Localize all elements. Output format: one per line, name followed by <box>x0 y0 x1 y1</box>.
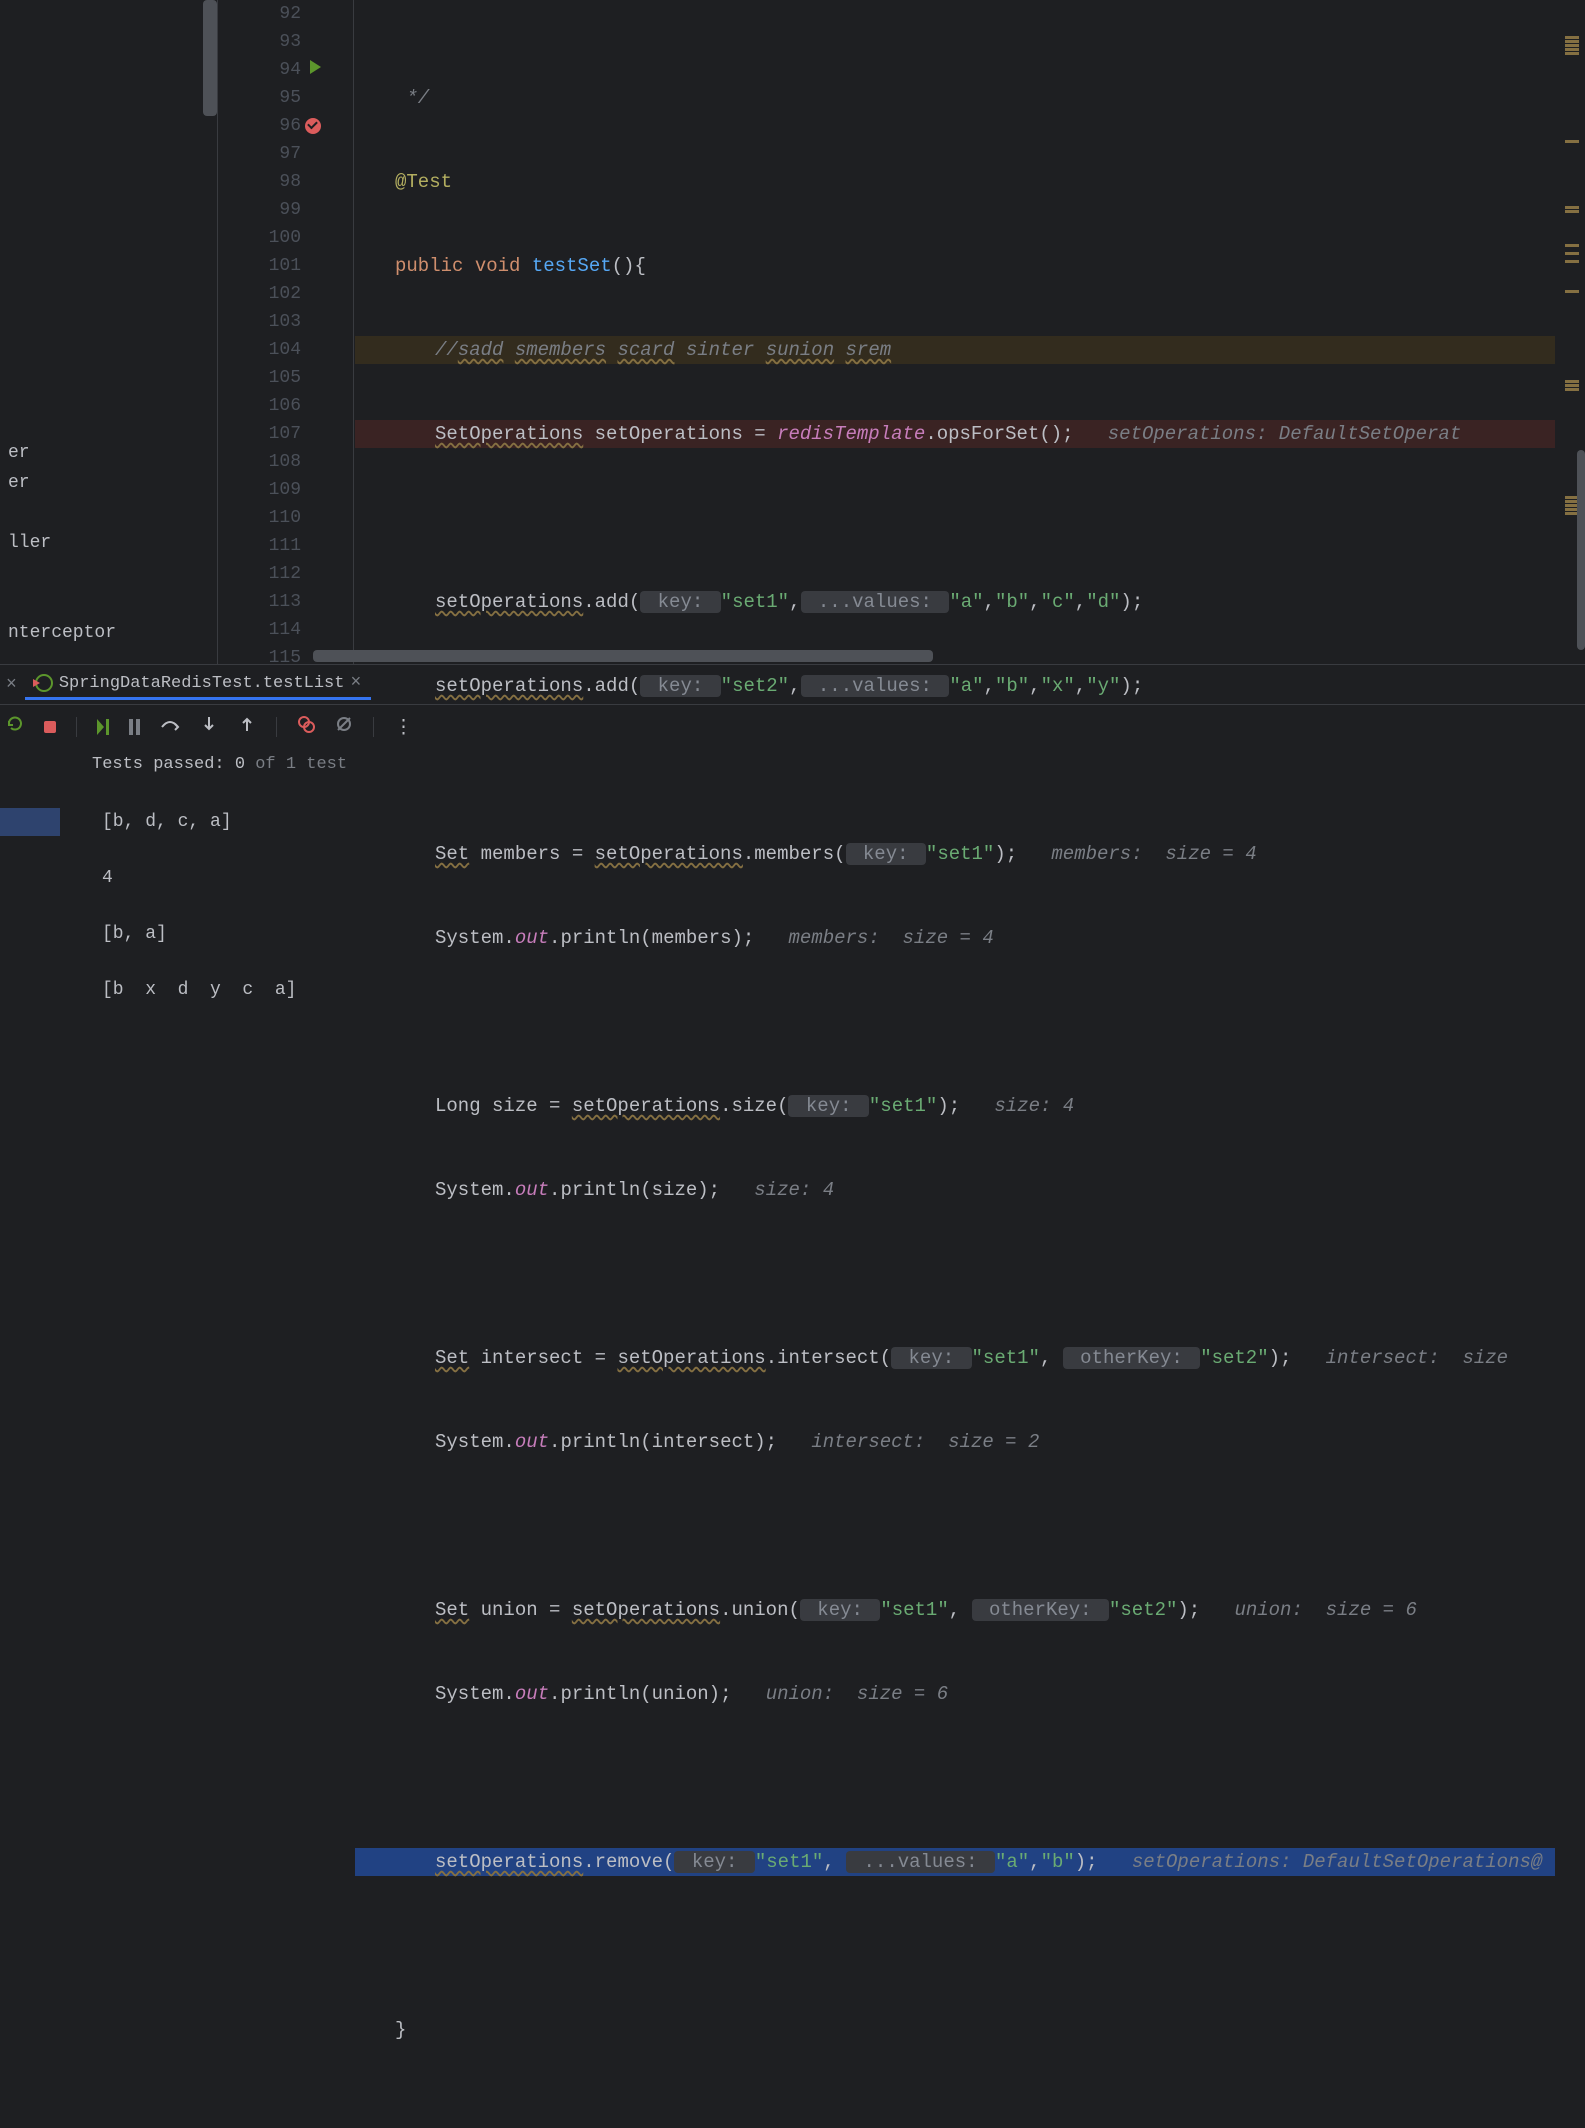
run-tab[interactable]: SpringDataRedisTest.testList × <box>25 669 371 700</box>
param-hint: ...values: <box>801 591 950 613</box>
separator <box>276 717 277 737</box>
line-gutter: 92 93 94 95 96 97 98 99 100 101 102 103 … <box>218 0 313 664</box>
code-token: public void <box>355 255 532 277</box>
code-token: scard <box>617 339 674 361</box>
code-content[interactable]: */ @Test public void testSet(){ //sadd s… <box>313 0 1555 664</box>
sidebar-item[interactable]: er <box>0 438 124 468</box>
line-number: 94 <box>218 56 301 84</box>
code-token: // <box>435 339 458 361</box>
step-over-icon[interactable] <box>160 715 180 739</box>
code-token: sadd <box>458 339 504 361</box>
code-token: setOperations = <box>583 423 777 445</box>
line-number: 110 <box>218 504 301 532</box>
line-number: 107 <box>218 420 301 448</box>
line-number: 100 <box>218 224 301 252</box>
sidebar-items-partial: er er ller nterceptor <box>0 438 124 648</box>
code-token: sunion <box>766 339 834 361</box>
code-token <box>503 339 514 361</box>
error-stripe[interactable] <box>1555 0 1585 664</box>
sidebar-item[interactable]: nterceptor <box>0 618 124 648</box>
code-token: setOperations <box>435 675 583 697</box>
console-line: [b x d y c a] <box>102 976 1585 1004</box>
indent-guide <box>353 0 354 664</box>
sidebar-scrollbar[interactable] <box>203 0 217 116</box>
step-out-icon[interactable] <box>238 715 256 739</box>
sidebar-item[interactable]: ller <box>0 528 124 558</box>
line-number: 111 <box>218 532 301 560</box>
line-number: 106 <box>218 392 301 420</box>
console-line: 4 <box>102 864 1585 892</box>
test-config-icon <box>35 674 53 692</box>
code-token: sinter <box>674 339 765 361</box>
line-number: 109 <box>218 476 301 504</box>
line-number: 98 <box>218 168 301 196</box>
sidebar-item[interactable]: er <box>0 468 124 498</box>
inline-hint: size: 4 <box>994 1095 1074 1117</box>
code-token: .opsForSet(); <box>925 423 1073 445</box>
line-number: 103 <box>218 308 301 336</box>
inline-hint: intersect: size <box>1326 1347 1520 1369</box>
code-token: redisTemplate <box>777 423 925 445</box>
code-token: */ <box>355 87 429 109</box>
line-number: 99 <box>218 196 301 224</box>
editor-vertical-scrollbar[interactable] <box>1577 450 1585 650</box>
mute-breakpoints-icon[interactable] <box>335 715 353 739</box>
inline-hint: setOperations: DefaultSetOperations@ <box>1132 1851 1542 1873</box>
line-number: 108 <box>218 448 301 476</box>
line-number: 97 <box>218 140 301 168</box>
code-token <box>834 339 845 361</box>
line-number: 104 <box>218 336 301 364</box>
code-token: setOperations <box>435 591 583 613</box>
line-number: 95 <box>218 84 301 112</box>
line-number: 113 <box>218 588 301 616</box>
code-token: "set1" <box>721 591 789 613</box>
code-editor[interactable]: 92 93 94 95 96 97 98 99 100 101 102 103 … <box>218 0 1585 664</box>
tests-passed-label: Tests passed: 0 <box>92 755 245 774</box>
code-token: .add( <box>583 591 640 613</box>
tests-total-label: of 1 test <box>245 755 347 774</box>
rerun-icon[interactable] <box>6 715 24 739</box>
sidebar-item[interactable] <box>0 558 124 618</box>
code-token: srem <box>846 339 892 361</box>
console-line: [b, a] <box>102 920 1585 948</box>
pause-icon[interactable] <box>129 719 140 735</box>
code-token: (){ <box>612 255 646 277</box>
resume-icon[interactable] <box>97 719 109 735</box>
separator <box>76 717 77 737</box>
inline-hint: size: 4 <box>754 1179 834 1201</box>
stop-icon[interactable] <box>44 721 56 733</box>
step-into-icon[interactable] <box>200 715 218 739</box>
code-token: SetOperations <box>435 423 583 445</box>
code-token <box>606 339 617 361</box>
line-number: 101 <box>218 252 301 280</box>
console-line: [b, d, c, a] <box>102 808 1585 836</box>
tab-label: SpringDataRedisTest.testList <box>59 674 345 693</box>
param-hint: key: <box>640 591 720 613</box>
line-number: 93 <box>218 28 301 56</box>
project-sidebar[interactable]: er er ller nterceptor <box>0 0 218 664</box>
console-output[interactable]: [b, d, c, a] 4 [b, a] [b x d y c a] <box>0 780 1585 1060</box>
line-number: 115 <box>218 644 301 672</box>
code-token: smembers <box>515 339 606 361</box>
sidebar-item[interactable] <box>0 498 124 528</box>
close-icon[interactable]: × <box>6 675 17 695</box>
line-number: 114 <box>218 616 301 644</box>
console-selection <box>0 808 60 836</box>
line-number: 112 <box>218 560 301 588</box>
line-number: 96 <box>218 112 301 140</box>
line-number: 102 <box>218 280 301 308</box>
code-token: @Test <box>355 171 452 193</box>
inline-hint: union: size = 6 <box>1234 1599 1416 1621</box>
editor-horizontal-scrollbar[interactable] <box>313 650 933 662</box>
inline-hint: union: size = 6 <box>766 1683 948 1705</box>
inline-hint: setOperations: DefaultSetOperat <box>1108 423 1461 445</box>
view-breakpoints-icon[interactable] <box>297 715 315 739</box>
line-number: 105 <box>218 364 301 392</box>
line-number: 92 <box>218 0 301 28</box>
code-token: "a" <box>949 591 983 613</box>
code-token: testSet <box>532 255 612 277</box>
inline-hint: intersect: size = 2 <box>811 1431 1039 1453</box>
